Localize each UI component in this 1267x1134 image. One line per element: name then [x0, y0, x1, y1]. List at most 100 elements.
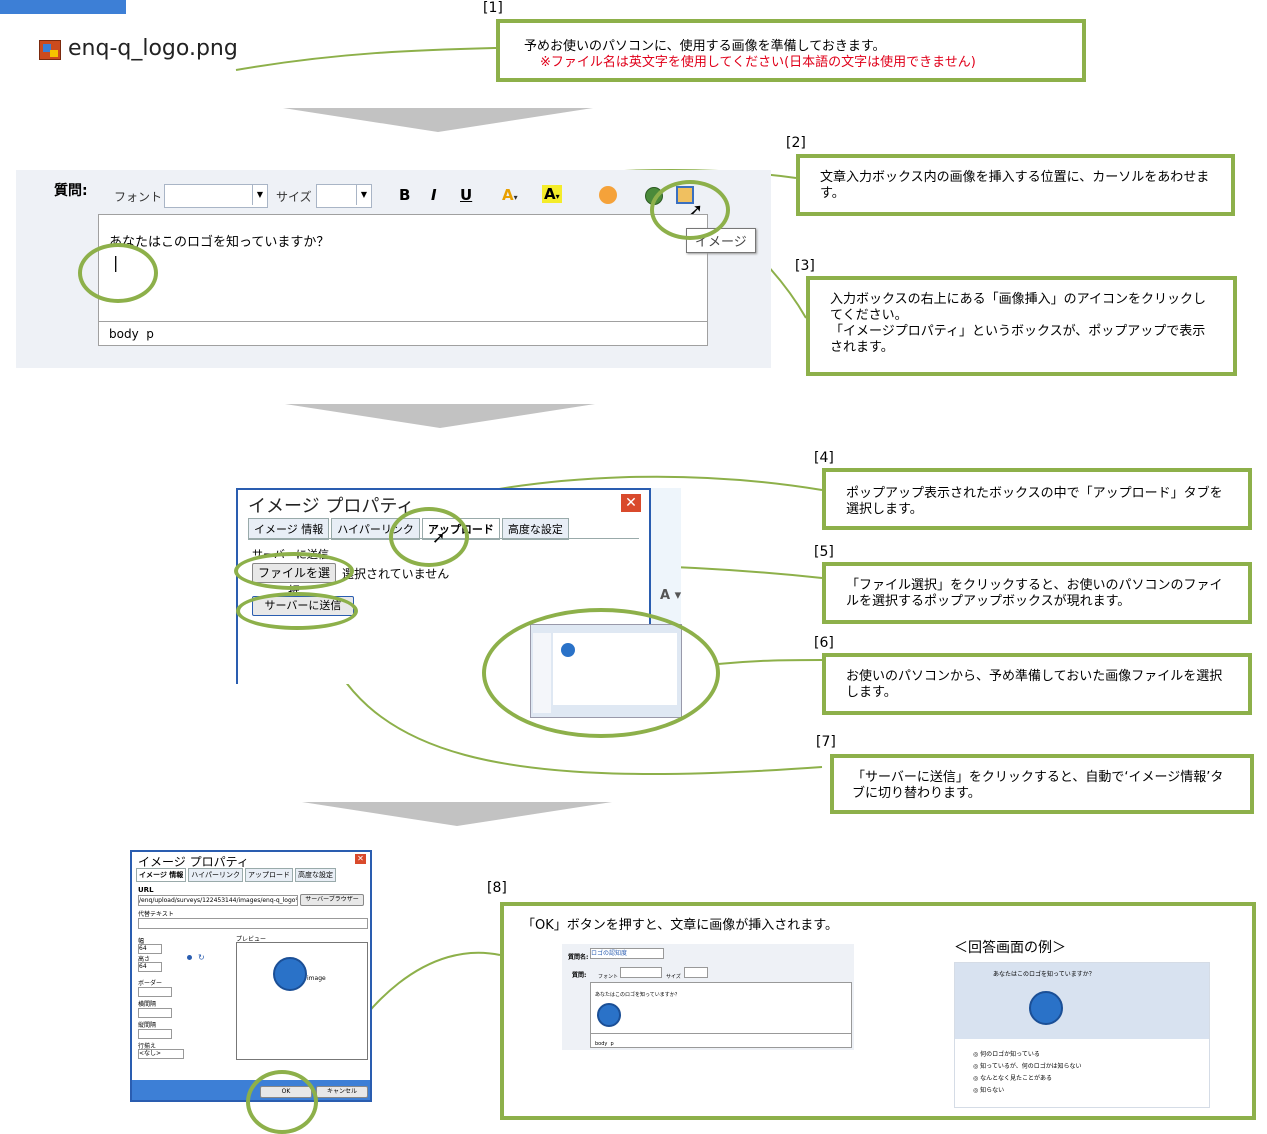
lock-icon[interactable] [187, 955, 192, 960]
highlight-send-circle [236, 592, 358, 630]
dialog-title: イメージ プロパティ [248, 496, 415, 517]
logo-icon [273, 957, 307, 991]
bg-color-fragment: A ▾ [660, 588, 682, 603]
border-label: ボーダー [138, 980, 163, 987]
step-2-box: 文章入力ボックス内の画像を挿入する位置に、カーソルをあわせます。 [796, 154, 1235, 216]
step-3-line1: 入力ボックスの右上にある「画像挿入」のアイコンをクリックしてください。 [830, 292, 1206, 323]
editor-area[interactable]: あなたはこのロゴを知っていますか？ | body p [98, 214, 708, 346]
result-path: body p [595, 1041, 614, 1047]
font-select[interactable]: ▼ [164, 184, 268, 208]
step-8-text: 「OK」ボタンを押すと、文章に画像が挿入されます。 [522, 918, 838, 933]
step-3-box: 入力ボックスの右上にある「画像挿入」のアイコンをクリックしてください。 「イメー… [806, 276, 1237, 376]
header-tab [0, 0, 126, 14]
font-label: フォント [114, 190, 163, 204]
step-7-box: 「サーバーに送信」をクリックすると、自動で‘イメージ情報’タブに切り替わります。 [830, 754, 1254, 814]
result-editor-area[interactable]: あなたはこのロゴを知っていますか？ body p [590, 982, 852, 1048]
tab-upload[interactable]: アップロード [245, 868, 294, 882]
hspace-label: 横間隔 [138, 1001, 157, 1008]
step-number-7: [7] [816, 734, 836, 750]
logo-icon [597, 1003, 621, 1027]
cancel-button[interactable]: キャンセル [316, 1086, 368, 1098]
highlight-cursor-circle [78, 243, 158, 303]
result-text: あなたはこのロゴを知っていますか？ [595, 992, 680, 998]
bold-button[interactable]: B [399, 186, 410, 204]
tab-image-info[interactable]: イメージ 情報 [248, 518, 330, 540]
underline-button[interactable]: U [460, 186, 472, 204]
step-number-4: [4] [814, 450, 834, 466]
chevron-down-icon: ▼ [356, 185, 371, 205]
highlight-file-chooser-circle [482, 608, 720, 738]
preview-image-text: image [307, 975, 326, 982]
preview-box: image [236, 942, 368, 1060]
reset-icon[interactable]: ↻ [198, 953, 205, 962]
no-file-text: 選択されていません [342, 567, 450, 581]
step-6-box: お使いのパソコンから、予め準備しておいた画像ファイルを選択します。 [822, 653, 1252, 715]
example-label: ＜回答画面の例＞ [954, 940, 1066, 956]
answer-question: あなたはこのロゴを知っていますか？ [993, 971, 1095, 978]
hspace-input[interactable] [138, 1008, 172, 1018]
vspace-input[interactable] [138, 1029, 172, 1039]
step-4-box: ポップアップ表示されたボックスの中で「アップロード」タブを選択します。 [822, 468, 1252, 530]
step-number-1: [1] [483, 0, 503, 16]
step-6-text: お使いのパソコンから、予め準備しておいた画像ファイルを選択します。 [846, 669, 1223, 700]
result-question-label: 質問: [572, 972, 587, 979]
close-icon[interactable]: ✕ [355, 854, 366, 864]
step-number-2: [2] [786, 135, 806, 151]
step-5-text: 「ファイル選択」をクリックすると、お使いのパソコンのファイルを選択するポップアッ… [846, 578, 1223, 609]
result-title-input[interactable]: ロゴの認知度 [590, 948, 664, 959]
result-editor: 質問名: ロゴの認知度 質問: フォント サイズ あなたはこのロゴを知っています… [562, 944, 854, 1050]
size-select[interactable]: ▼ [316, 184, 372, 208]
step-number-6: [6] [814, 635, 834, 651]
alt-text-input[interactable] [138, 918, 368, 929]
server-browser-button[interactable]: サーバーブラウザー [300, 894, 364, 906]
highlight-choose-file-circle [234, 552, 354, 590]
height-input[interactable]: 64 [138, 962, 162, 972]
vspace-label: 縦間隔 [138, 1022, 157, 1029]
step-2-text: 文章入力ボックス内の画像を挿入する位置に、カーソルをあわせます。 [820, 170, 1210, 201]
down-arrow-3 [302, 802, 612, 826]
url-label: URL [138, 886, 154, 894]
chevron-down-icon: ▼ [252, 185, 267, 205]
width-input[interactable]: 64 [138, 944, 162, 954]
tab-image-info[interactable]: イメージ 情報 [136, 868, 187, 882]
step-number-3: [3] [795, 258, 815, 274]
step-number-5: [5] [814, 544, 834, 560]
step-1-text: 予めお使いのパソコンに、使用する画像を準備しておきます。 [524, 39, 886, 54]
down-arrow-2 [285, 404, 595, 428]
tab-advanced[interactable]: 高度な設定 [501, 518, 569, 540]
highlight-upload-tab-circle [389, 507, 469, 567]
highlight-icon-circle [650, 180, 730, 240]
step-1-note: ※ファイル名は英文字を使用してください(日本語の文字は使用できません) [540, 55, 976, 70]
editor-text: あなたはこのロゴを知っていますか？ [109, 235, 330, 250]
tab-advanced[interactable]: 高度な設定 [295, 868, 337, 882]
result-title-label: 質問名: [568, 954, 589, 961]
answer-option[interactable]: ◎ 知らない [973, 1083, 1004, 1099]
align-select[interactable]: <なし> [138, 1049, 184, 1059]
tab-hyperlink[interactable]: ハイパーリンク [188, 868, 244, 882]
step-5-box: 「ファイル選択」をクリックすると、お使いのパソコンのファイルを選択するポップアッ… [822, 562, 1252, 624]
question-label: 質問: [54, 183, 88, 199]
logo-icon [1029, 991, 1063, 1025]
step-4-text: ポップアップ表示されたボックスの中で「アップロード」タブを選択します。 [846, 486, 1223, 517]
url-input[interactable]: /enq/upload/surveys/122453144/images/enq… [138, 895, 298, 906]
down-arrow-1 [283, 108, 593, 132]
step-number-8: [8] [487, 880, 507, 896]
step-3-line2: 「イメージプロパティ」というボックスが、ポップアップで表示されます。 [830, 324, 1206, 355]
file-name: enq-q_logo.png [68, 36, 238, 61]
close-icon[interactable]: ✕ [621, 494, 641, 512]
bg-color-icon[interactable]: A▾ [542, 185, 562, 203]
highlight-ok-circle [246, 1070, 318, 1134]
step-7-text: 「サーバーに送信」をクリックすると、自動で‘イメージ情報’タブに切り替わります。 [852, 770, 1224, 801]
text-color-icon[interactable]: A▾ [502, 186, 518, 204]
border-input[interactable] [138, 987, 172, 997]
file-icon [39, 40, 61, 60]
italic-button[interactable]: I [431, 186, 437, 204]
step-1-box: 予めお使いのパソコンに、使用する画像を準備しておきます。 ※ファイル名は英文字を… [496, 19, 1086, 82]
image-info-dialog: イメージ プロパティ ✕ イメージ 情報 ハイパーリンク アップロード 高度な設定 U… [130, 850, 372, 1102]
result-font-select[interactable] [620, 967, 662, 978]
step-8-box: 「OK」ボタンを押すと、文章に画像が挿入されます。 ＜回答画面の例＞ 質問名: … [500, 902, 1256, 1120]
smiley-icon[interactable] [599, 186, 617, 204]
answer-example: あなたはこのロゴを知っていますか？ ◎ 何のロゴか知っている ◎ 知っているが、… [954, 962, 1210, 1108]
size-label: サイズ [276, 190, 312, 204]
result-size-select[interactable] [684, 967, 708, 978]
